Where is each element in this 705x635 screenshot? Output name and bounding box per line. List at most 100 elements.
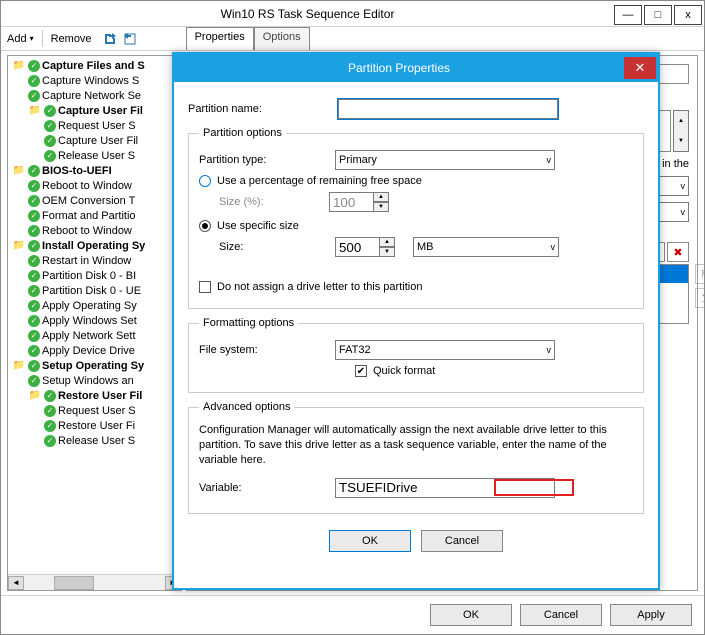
- tree-step[interactable]: ✓Release User S: [10, 148, 179, 163]
- dialog-close-button[interactable]: ✕: [624, 57, 656, 79]
- check-icon: ✓: [28, 375, 40, 387]
- size-pct-spinner: ▲▼: [329, 192, 389, 212]
- check-icon: ✓: [28, 360, 40, 372]
- tree-step[interactable]: ✓Apply Network Sett: [10, 328, 179, 343]
- tree-step[interactable]: ✓Release User S: [10, 433, 179, 448]
- tree-group[interactable]: 📁✓Capture Files and S: [10, 58, 179, 73]
- tree-label: Capture Network Se: [42, 90, 141, 102]
- down-icon: ▼: [373, 202, 389, 212]
- size-spinner[interactable]: ▲▼: [335, 237, 395, 257]
- close-button[interactable]: x: [674, 5, 702, 25]
- chevron-down-icon: v: [681, 181, 686, 191]
- no-drive-letter-label: Do not assign a drive letter to this par…: [217, 281, 422, 293]
- tree-step[interactable]: ✓Partition Disk 0 - UE: [10, 283, 179, 298]
- variable-input[interactable]: [335, 478, 555, 498]
- tree-label: Request User S: [58, 405, 136, 417]
- check-icon: ✓: [44, 390, 56, 402]
- tree-step[interactable]: ✓Apply Windows Set: [10, 313, 179, 328]
- tree-step[interactable]: ✓Restore User Fi: [10, 418, 179, 433]
- check-icon: ✓: [28, 60, 40, 72]
- export-icon[interactable]: [102, 31, 118, 47]
- down-icon[interactable]: ▼: [379, 247, 395, 257]
- tab-properties[interactable]: Properties: [186, 27, 254, 50]
- chevron-down-icon: v: [551, 242, 556, 252]
- tree-step[interactable]: ✓Capture Windows S: [10, 73, 179, 88]
- tree-group[interactable]: 📁✓Install Operating Sy: [10, 238, 179, 253]
- tree-step[interactable]: ✓Reboot to Window: [10, 178, 179, 193]
- remove-label: Remove: [51, 33, 92, 45]
- main-apply-button[interactable]: Apply: [610, 604, 692, 626]
- file-system-select[interactable]: FAT32v: [335, 340, 555, 360]
- tree-step[interactable]: ✓Request User S: [10, 118, 179, 133]
- tree-step[interactable]: ✓OEM Conversion T: [10, 193, 179, 208]
- tree-step[interactable]: ✓Setup Windows an: [10, 373, 179, 388]
- check-icon: ✓: [44, 120, 56, 132]
- formatting-options-group: Formatting options File system: FAT32v ✔…: [188, 317, 644, 393]
- import-icon[interactable]: [122, 31, 138, 47]
- tree-step[interactable]: ✓Apply Device Drive: [10, 343, 179, 358]
- tree-step[interactable]: ✓Reboot to Window: [10, 223, 179, 238]
- scroll-left-icon[interactable]: ◄: [8, 576, 24, 590]
- dialog-title: Partition Properties: [174, 61, 624, 75]
- tree-label: Release User S: [58, 435, 135, 447]
- tree-step[interactable]: ✓Capture Network Se: [10, 88, 179, 103]
- minimize-button[interactable]: —: [614, 5, 642, 25]
- size-input[interactable]: [335, 237, 379, 257]
- tree-panel[interactable]: 📁✓Capture Files and S✓Capture Windows S✓…: [7, 55, 182, 591]
- tree-label: Release User S: [58, 150, 135, 162]
- maximize-button[interactable]: □: [644, 5, 672, 25]
- move-down-button[interactable]: ⇲: [695, 288, 704, 308]
- folder-icon: 📁: [28, 104, 42, 118]
- check-icon: ✓: [44, 435, 56, 447]
- tree-step[interactable]: ✓Restart in Window: [10, 253, 179, 268]
- up-icon[interactable]: ▲: [379, 237, 395, 247]
- partition-options-group: Partition options Partition type: Primar…: [188, 127, 644, 309]
- check-icon: ✓: [44, 405, 56, 417]
- tree-step[interactable]: ✓Format and Partitio: [10, 208, 179, 223]
- tree-group[interactable]: 📁✓Restore User Fil: [10, 388, 179, 403]
- partition-type-label: Partition type:: [199, 154, 335, 166]
- tree-label: Apply Windows Set: [42, 315, 137, 327]
- tree-label: Capture User Fil: [58, 105, 143, 117]
- check-icon: ✓: [28, 180, 40, 192]
- remove-button[interactable]: Remove: [45, 27, 98, 50]
- use-specific-size-radio[interactable]: [199, 220, 211, 232]
- up-icon[interactable]: ▲: [674, 111, 688, 131]
- add-button[interactable]: Add▾: [1, 27, 40, 50]
- partition-type-value: Primary: [339, 154, 377, 166]
- tree-group[interactable]: 📁✓Setup Operating Sy: [10, 358, 179, 373]
- advanced-options-text: Configuration Manager will automatically…: [199, 423, 633, 468]
- tree-label: Capture User Fil: [58, 135, 138, 147]
- formatting-options-legend: Formatting options: [199, 317, 298, 329]
- dialog-cancel-button[interactable]: Cancel: [421, 530, 503, 552]
- tree-step[interactable]: ✓Partition Disk 0 - BI: [10, 268, 179, 283]
- tabstrip: Properties Options: [186, 27, 310, 50]
- check-icon: ✓: [28, 75, 40, 87]
- folder-icon: 📁: [12, 59, 26, 73]
- check-icon: ✓: [28, 90, 40, 102]
- no-drive-letter-checkbox[interactable]: [199, 281, 211, 293]
- delete-item-button[interactable]: ✖: [667, 242, 689, 262]
- tree-step[interactable]: ✓Capture User Fil: [10, 133, 179, 148]
- tab-options[interactable]: Options: [254, 27, 310, 50]
- partition-name-input[interactable]: [338, 99, 558, 119]
- down-icon[interactable]: ▼: [674, 131, 688, 151]
- tree-step[interactable]: ✓Request User S: [10, 403, 179, 418]
- move-up-button[interactable]: ⇱: [695, 264, 704, 284]
- use-percentage-radio[interactable]: [199, 175, 211, 187]
- quick-format-checkbox[interactable]: ✔: [355, 365, 367, 377]
- tree-scrollbar-horizontal[interactable]: ◄ ►: [8, 574, 181, 590]
- size-unit-select[interactable]: MBv: [413, 237, 559, 257]
- tree-step[interactable]: ✓Apply Operating Sy: [10, 298, 179, 313]
- tree-group[interactable]: 📁✓BIOS-to-UEFI: [10, 163, 179, 178]
- folder-icon: 📁: [12, 239, 26, 253]
- size-label: Size:: [199, 241, 335, 253]
- partition-type-select[interactable]: Primaryv: [335, 150, 555, 170]
- main-cancel-button[interactable]: Cancel: [520, 604, 602, 626]
- main-ok-button[interactable]: OK: [430, 604, 512, 626]
- scroll-thumb[interactable]: [54, 576, 94, 590]
- tree-label: Restore User Fi: [58, 420, 135, 432]
- tree-group[interactable]: 📁✓Capture User Fil: [10, 103, 179, 118]
- dialog-ok-button[interactable]: OK: [329, 530, 411, 552]
- export-icon: ⇱: [701, 268, 704, 281]
